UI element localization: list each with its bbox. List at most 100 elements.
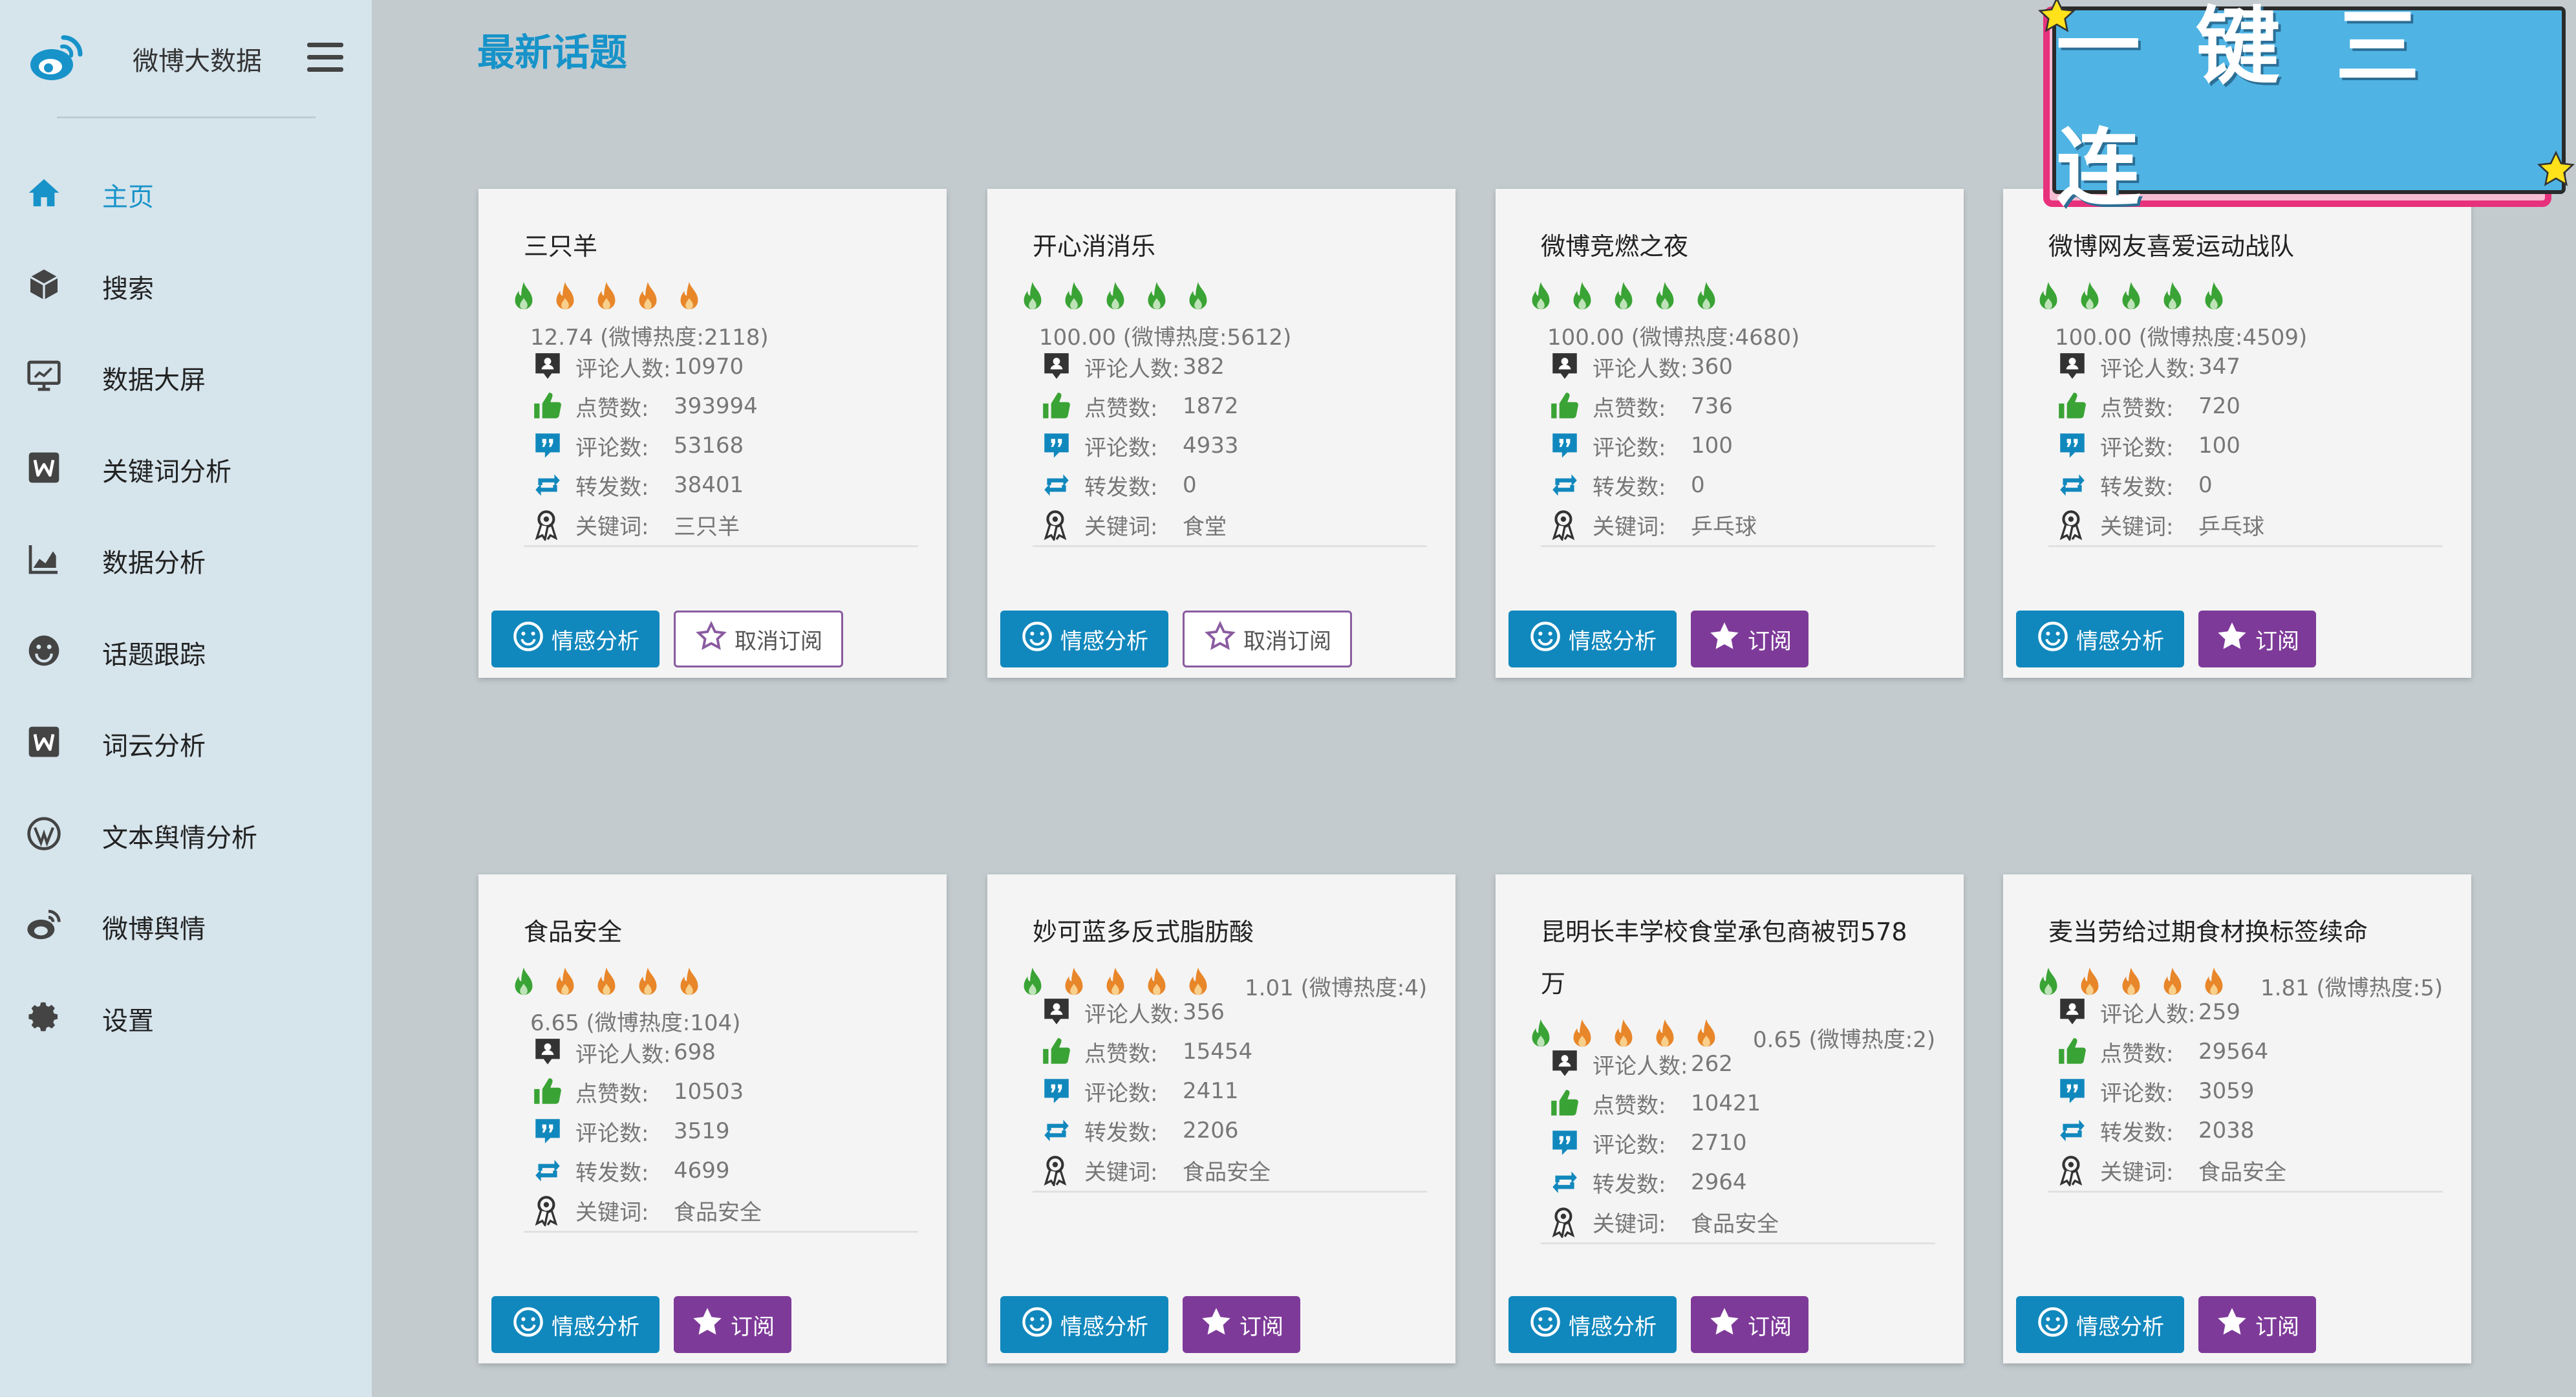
home-icon [26, 175, 62, 211]
star-icon [2037, 0, 2076, 32]
emotion-analysis-button[interactable]: 情感分析 [1508, 1296, 1677, 1353]
stat-label: 点赞数: [2100, 1041, 2174, 1067]
flame-icon [511, 281, 537, 313]
emotion-analysis-button[interactable]: 情感分析 [2016, 611, 2184, 667]
flame-icon [1102, 966, 1128, 999]
subscribe-button[interactable]: 订阅 [2198, 1296, 2316, 1353]
sidebar-item-3[interactable]: 关键词分析 [0, 418, 372, 510]
stat-label: 评论人数: [575, 356, 671, 382]
flame-icon [2077, 966, 2103, 999]
button-label: 情感分析 [1569, 628, 1657, 655]
subscribe-button[interactable]: 订阅 [1183, 1296, 1300, 1353]
stat-label: 点赞数: [1593, 1092, 1666, 1119]
subscribe-button[interactable]: 订阅 [1691, 1296, 1809, 1353]
retweet-icon [1549, 469, 1585, 501]
retweet-icon [2056, 469, 2092, 501]
subscribe-button[interactable]: 订阅 [674, 1296, 791, 1353]
button-label: 订阅 [1748, 628, 1792, 655]
topic-title-line2: 万 [1541, 969, 1566, 998]
thumbs-up-icon [1549, 1087, 1585, 1120]
sidebar-item-4[interactable]: 数据分析 [0, 510, 372, 601]
flame-icon [1144, 966, 1170, 999]
stat-label: 评论人数: [1593, 1053, 1688, 1079]
keyword-stat: 关键词: 乒乓球 [1549, 508, 1757, 541]
sidebar-item-label: 数据分析 [102, 548, 206, 578]
keyword-stat: 关键词: 食堂 [1040, 508, 1227, 541]
emotion-analysis-button[interactable]: 情感分析 [1000, 611, 1168, 667]
stat-label: 关键词: [575, 514, 649, 540]
flame-icon [1611, 1018, 1637, 1050]
comments-stat: 评论数: 4933 [1040, 429, 1239, 462]
commenters-stat: 评论人数: 10970 [531, 351, 744, 383]
stat-label: 关键词: [1084, 1159, 1158, 1186]
stat-value: 100 [2198, 433, 2240, 459]
stat-value: 乒乓球 [2198, 514, 2264, 540]
menu-toggle-icon[interactable] [307, 43, 343, 72]
smile-icon [511, 620, 545, 659]
thumbs-up-icon [1040, 390, 1077, 422]
flame-icon [1061, 281, 1087, 313]
comments-stat: 评论数: 3059 [2056, 1075, 2255, 1107]
sidebar-item-1[interactable]: 搜索 [0, 235, 372, 327]
heat-score: 100.00 (微博热度:4680) [1547, 325, 1800, 351]
divider [1033, 1191, 1427, 1193]
stat-value: 2964 [1691, 1169, 1747, 1195]
subscribe-button[interactable]: 订阅 [1691, 611, 1809, 667]
stat-value: 393994 [674, 393, 758, 419]
stat-value: 0 [1691, 472, 1705, 498]
button-label: 情感分析 [2076, 1314, 2164, 1340]
star-outline-icon [1203, 620, 1237, 659]
keyword-stat: 关键词: 食品安全 [1549, 1206, 1779, 1238]
comments-stat: 评论数: 3519 [531, 1115, 730, 1147]
stat-value: 347 [2198, 354, 2240, 380]
topic-title: 开心消消乐 [1033, 232, 1156, 261]
stat-label: 评论人数: [575, 1041, 671, 1068]
stat-label: 评论人数: [1084, 356, 1180, 382]
likes-stat: 点赞数: 10421 [1549, 1087, 1761, 1120]
stat-value: 100 [1691, 433, 1733, 459]
thumbs-up-icon [531, 1076, 568, 1108]
stat-value: 4699 [674, 1158, 730, 1184]
sidebar-item-8[interactable]: 微博舆情 [0, 876, 372, 968]
divider [1033, 545, 1427, 547]
commenters-stat: 评论人数: 382 [1040, 351, 1225, 383]
stat-value: 259 [2198, 999, 2240, 1025]
divider [2048, 545, 2443, 547]
emotion-analysis-button[interactable]: 情感分析 [2016, 1296, 2184, 1353]
heat-score: 100.00 (微博热度:4509) [2055, 325, 2308, 351]
subscribe-button[interactable]: 订阅 [2198, 611, 2316, 667]
reposts-stat: 转发数: 2038 [2056, 1114, 2255, 1147]
sidebar-item-2[interactable]: 数据大屏 [0, 327, 372, 418]
keyword-icon [531, 1194, 568, 1226]
flame-icon [2201, 281, 2227, 313]
stat-value: 食品安全 [1183, 1159, 1271, 1186]
smile-icon [1020, 620, 1054, 659]
button-label: 订阅 [2255, 1314, 2299, 1340]
sidebar-item-5[interactable]: 话题跟踪 [0, 601, 372, 693]
unsubscribe-button[interactable]: 取消订阅 [1183, 611, 1352, 667]
quote-bubble-icon [1040, 1075, 1077, 1107]
quote-bubble-icon [2056, 1075, 2092, 1107]
sidebar-item-0[interactable]: 主页 [0, 144, 372, 235]
comment-user-icon [531, 351, 568, 383]
stat-label: 关键词: [2100, 514, 2174, 540]
heat-score: 1.81 (微博热度:5) [2260, 975, 2443, 1001]
sidebar-item-6[interactable]: 词云分析 [0, 693, 372, 785]
emotion-analysis-button[interactable]: 情感分析 [491, 611, 660, 667]
unsubscribe-button[interactable]: 取消订阅 [674, 611, 843, 667]
emotion-analysis-button[interactable]: 情感分析 [491, 1296, 660, 1353]
emotion-analysis-button[interactable]: 情感分析 [1000, 1296, 1168, 1353]
stat-value: 3059 [2198, 1078, 2255, 1104]
comment-user-icon [531, 1036, 568, 1068]
sidebar-item-7[interactable]: 文本舆情分析 [0, 785, 372, 876]
stat-value: 4933 [1183, 433, 1239, 459]
sidebar-item-9[interactable]: 设置 [0, 968, 372, 1059]
button-label: 情感分析 [1060, 1314, 1148, 1340]
stat-label: 点赞数: [1593, 395, 1666, 422]
flame-icon [1652, 1018, 1678, 1050]
emotion-analysis-button[interactable]: 情感分析 [1508, 611, 1677, 667]
stat-value: 698 [674, 1039, 716, 1065]
flame-icon [1185, 966, 1211, 999]
stat-value: 53168 [674, 433, 744, 459]
commenters-stat: 评论人数: 698 [531, 1036, 716, 1068]
